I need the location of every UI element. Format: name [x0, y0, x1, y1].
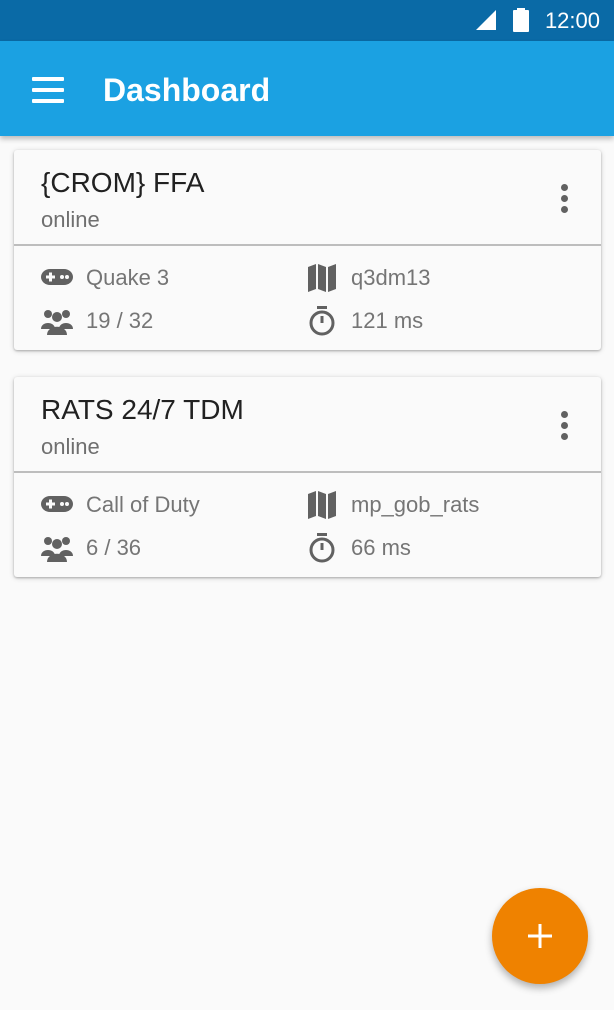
page-title: Dashboard — [103, 72, 271, 108]
player-count: 6 / 36 — [86, 535, 142, 560]
server-name: RATS 24/7 TDM — [41, 394, 244, 425]
battery-icon — [513, 8, 529, 32]
more-options-icon[interactable] — [549, 407, 579, 443]
gamepad-icon — [41, 269, 73, 285]
ping-value: 121 ms — [351, 308, 424, 333]
map-icon — [308, 264, 336, 292]
menu-icon[interactable] — [25, 67, 71, 113]
status-clock: 12:00 — [544, 8, 600, 33]
server-card[interactable]: RATS 24/7 TDM online Call of Duty mp_gob… — [14, 377, 601, 577]
app-bar: Dashboard — [0, 41, 614, 136]
more-options-icon[interactable] — [549, 180, 579, 216]
status-bar: 12:00 — [0, 0, 614, 41]
gamepad-icon — [41, 496, 73, 512]
map-name: mp_gob_rats — [351, 492, 480, 517]
stopwatch-icon — [309, 533, 335, 563]
map-icon — [308, 491, 336, 519]
game-name: Quake 3 — [86, 265, 170, 290]
stopwatch-icon — [309, 306, 335, 336]
ping-value: 66 ms — [351, 535, 411, 560]
game-name: Call of Duty — [86, 492, 200, 517]
card-header: RATS 24/7 TDM online — [14, 377, 601, 473]
server-name: {CROM} FFA — [41, 167, 205, 198]
players-icon — [41, 537, 73, 562]
map-name: q3dm13 — [351, 265, 431, 290]
server-card[interactable]: {CROM} FFA online Quake 3 q3dm13 19 / 32… — [14, 150, 601, 350]
server-status: online — [41, 434, 100, 459]
card-header: {CROM} FFA online — [14, 150, 601, 246]
players-icon — [41, 310, 73, 335]
signal-icon — [476, 10, 496, 30]
plus-icon — [528, 924, 552, 948]
add-server-button[interactable] — [492, 888, 588, 984]
player-count: 19 / 32 — [86, 308, 154, 333]
server-status: online — [41, 207, 100, 232]
